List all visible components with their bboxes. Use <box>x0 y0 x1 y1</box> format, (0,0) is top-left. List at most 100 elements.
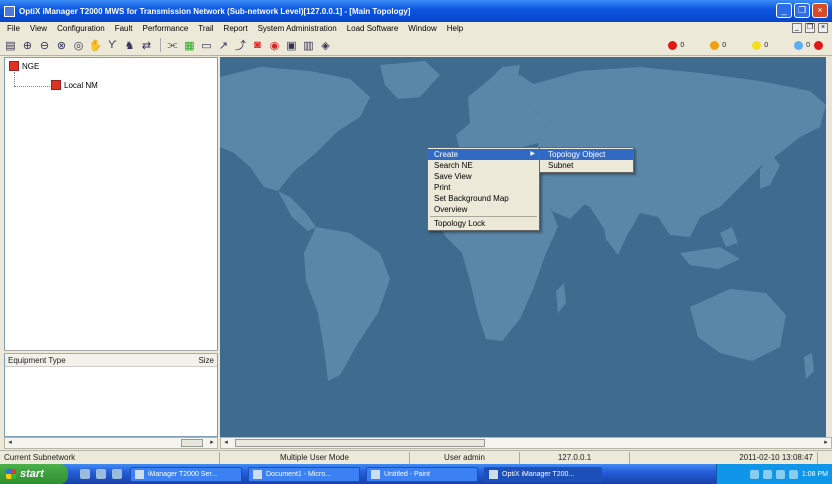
column-equipment-type[interactable]: Equipment Type <box>8 356 66 365</box>
menu-performance[interactable]: Performance <box>137 24 193 33</box>
tray-icon[interactable] <box>788 469 798 479</box>
map-scroll-left-arrow[interactable]: ◂ <box>221 438 231 448</box>
zoom-in-icon[interactable]: ⊕ <box>20 38 35 53</box>
link-icon[interactable]: ⫘ <box>165 38 180 53</box>
ne-icon[interactable]: ▭ <box>199 38 214 53</box>
pan-icon[interactable]: ✋ <box>88 38 103 53</box>
minimize-button[interactable]: _ <box>776 3 792 18</box>
taskbar: start iManager T2000 Ser... Document1 - … <box>0 464 832 484</box>
menu-report[interactable]: Report <box>219 24 253 33</box>
clock[interactable]: 1:08 PM <box>802 471 828 478</box>
map-horizontal-scrollbar[interactable]: ◂ ▸ <box>220 437 832 449</box>
status-mode: Multiple User Mode <box>220 451 410 464</box>
menu-file[interactable]: File <box>2 24 25 33</box>
filter-icon[interactable]: Ƴ <box>105 38 120 53</box>
map-scroll-thumb[interactable] <box>235 439 485 447</box>
submenu-item-subnet[interactable]: Subnet <box>540 160 633 171</box>
start-button[interactable]: start <box>0 464 68 484</box>
taskbar-item-active[interactable]: OptiX iManager T200... <box>484 466 602 482</box>
submenu-arrow-icon: ▶ <box>530 151 535 157</box>
menu-item-create[interactable]: Create ▶ <box>428 149 539 160</box>
menu-item-overview[interactable]: Overview <box>428 204 539 215</box>
menu-item-print[interactable]: Print <box>428 182 539 193</box>
tray-icon[interactable] <box>775 469 785 479</box>
task-label: iManager T2000 Ser... <box>148 470 218 478</box>
equipment-table[interactable] <box>5 368 217 436</box>
zoom-out-icon[interactable]: ⊖ <box>37 38 52 53</box>
zoom-fit-icon[interactable]: ⊗ <box>54 38 69 53</box>
quicklaunch-icon[interactable] <box>112 469 122 479</box>
mdi-close-button[interactable]: × <box>818 23 828 33</box>
tray-icon[interactable] <box>762 469 772 479</box>
menu-fault[interactable]: Fault <box>110 24 138 33</box>
menu-item-save-view[interactable]: Save View <box>428 171 539 182</box>
tray-icon[interactable] <box>749 469 759 479</box>
menu-load-software[interactable]: Load Software <box>342 24 404 33</box>
alarm-major[interactable]: 0 <box>710 41 726 50</box>
create-submenu: Topology Object Subnet <box>539 147 634 173</box>
search-icon[interactable]: ♞ <box>122 38 137 53</box>
alarm-critical[interactable]: 0 <box>668 41 684 50</box>
topology-icon[interactable]: ▦ <box>182 38 197 53</box>
nm-icon <box>51 80 61 90</box>
security-icon[interactable]: ◈ <box>318 38 333 53</box>
mdi-minimize-button[interactable]: _ <box>792 23 802 33</box>
alarm-browse-icon[interactable]: ◉ <box>267 38 282 53</box>
app-icon <box>4 5 15 17</box>
tree-child-label: Local NM <box>64 80 98 90</box>
status-ip: 127.0.0.1 <box>520 451 630 464</box>
trail-icon[interactable]: ⤴ <box>233 38 248 53</box>
status-user: User admin <box>410 451 520 464</box>
taskbar-item[interactable]: Document1 - Micro... <box>248 466 360 482</box>
alarm-minor[interactable]: 0 <box>752 41 768 50</box>
scroll-right-arrow[interactable]: ▸ <box>207 438 217 448</box>
menu-configuration[interactable]: Configuration <box>52 24 110 33</box>
column-size[interactable]: Size <box>198 356 214 365</box>
left-horizontal-scrollbar[interactable]: ◂ ▸ <box>4 437 218 449</box>
restore-button[interactable]: ❐ <box>794 3 810 18</box>
map-vertical-scrollbar[interactable] <box>826 57 832 437</box>
report-icon[interactable]: ▣ <box>284 38 299 53</box>
menu-separator <box>430 216 537 217</box>
quicklaunch-icon[interactable] <box>80 469 90 479</box>
task-label: Document1 - Micro... <box>266 470 331 478</box>
status-text: Current Subnetwork <box>0 451 220 464</box>
tree-node-local-nm[interactable]: Local NM <box>51 80 98 90</box>
app-icon <box>489 469 498 479</box>
alarm-bell[interactable] <box>814 41 826 50</box>
close-button[interactable]: × <box>812 3 828 18</box>
scroll-thumb[interactable] <box>181 439 203 447</box>
map-scroll-right-arrow[interactable]: ▸ <box>821 438 831 448</box>
start-label: start <box>20 468 44 480</box>
equipment-table-header: Equipment Type Size <box>5 354 217 367</box>
menu-system-administration[interactable]: System Administration <box>253 24 342 33</box>
mdi-restore-button[interactable]: ❐ <box>805 23 815 33</box>
alarm-indicators: 0 0 0 0 <box>642 36 832 55</box>
alarm-warning[interactable]: 0 <box>794 41 810 50</box>
quicklaunch-icon[interactable] <box>96 469 106 479</box>
windows-logo-icon <box>6 469 16 479</box>
menu-item-set-background-map[interactable]: Set Background Map <box>428 193 539 204</box>
paint-icon <box>371 469 380 479</box>
scroll-left-arrow[interactable]: ◂ <box>5 438 15 448</box>
menu-window[interactable]: Window <box>403 24 441 33</box>
save-icon[interactable]: ▤ <box>3 38 18 53</box>
alarm-icon[interactable]: ◙ <box>250 38 265 53</box>
submenu-item-topology-object[interactable]: Topology Object <box>540 149 633 160</box>
topology-map[interactable] <box>220 57 826 437</box>
performance-icon[interactable]: ▥ <box>301 38 316 53</box>
taskbar-item[interactable]: iManager T2000 Ser... <box>130 466 242 482</box>
tree-root-node[interactable]: NGE <box>9 61 39 71</box>
window-titlebar[interactable]: OptiX iManager T2000 MWS for Transmissio… <box>0 0 832 22</box>
zoom-area-icon[interactable]: ◎ <box>71 38 86 53</box>
window-title: OptiX iManager T2000 MWS for Transmissio… <box>19 6 411 16</box>
menu-trail[interactable]: Trail <box>193 24 218 33</box>
refresh-icon[interactable]: ⇄ <box>139 38 154 53</box>
fiber-icon[interactable]: ↗ <box>216 38 231 53</box>
menu-item-topology-lock[interactable]: Topology Lock <box>428 218 539 229</box>
taskbar-item[interactable]: Untitled - Paint <box>366 466 478 482</box>
menu-help[interactable]: Help <box>442 24 468 33</box>
menu-item-search-ne[interactable]: Search NE <box>428 160 539 171</box>
system-tray: 1:08 PM <box>716 464 832 484</box>
menu-view[interactable]: View <box>25 24 52 33</box>
